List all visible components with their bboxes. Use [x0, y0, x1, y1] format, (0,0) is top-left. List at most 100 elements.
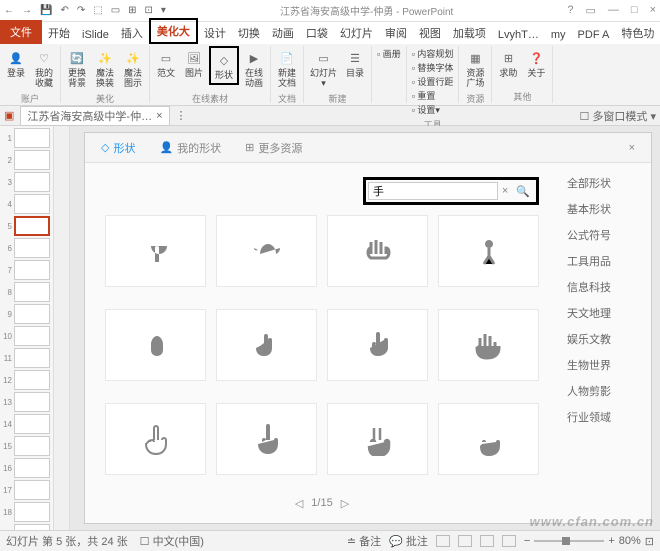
- sorter-view-icon[interactable]: [458, 535, 472, 547]
- ribbon-btn[interactable]: 🔄更换背景: [64, 46, 90, 91]
- slide-thumb[interactable]: 5: [2, 216, 51, 236]
- zoom-control[interactable]: −+ 80%⊡: [524, 535, 654, 548]
- slide-thumb[interactable]: 11: [2, 348, 51, 368]
- category-list: 全部形状基本形状公式符号工具用品信息科技天文地理娱乐文教生物世界人物剪影行业领域: [559, 163, 651, 523]
- search-icon[interactable]: 🔍: [512, 185, 534, 198]
- document-tab[interactable]: 江苏省海安高级中学-仲…×: [20, 106, 169, 126]
- ribbon-tab-15[interactable]: PDF A: [572, 26, 616, 44]
- multi-window-mode[interactable]: ☐ 多窗口模式 ▾: [580, 108, 657, 124]
- category-item[interactable]: 人物剪影: [567, 383, 643, 399]
- slide-thumb[interactable]: 12: [2, 370, 51, 390]
- slide-thumb[interactable]: 9: [2, 304, 51, 324]
- category-item[interactable]: 生物世界: [567, 357, 643, 373]
- slide-thumb[interactable]: 16: [2, 458, 51, 478]
- notes-button[interactable]: ≐ 备注: [347, 533, 381, 549]
- ribbon-btn[interactable]: ▦资源广场: [462, 46, 488, 91]
- category-item[interactable]: 基本形状: [567, 201, 643, 217]
- shape-item[interactable]: [216, 215, 317, 287]
- slide-thumb[interactable]: 2: [2, 150, 51, 170]
- pager[interactable]: ◁ 1/15 ▷: [93, 491, 551, 515]
- shape-item[interactable]: [105, 309, 206, 381]
- ribbon-tab-3[interactable]: 插入: [115, 22, 149, 44]
- slide-thumb[interactable]: 13: [2, 392, 51, 412]
- ribbon-btn[interactable]: ♡我的收藏: [31, 46, 57, 91]
- ribbon-btn[interactable]: 🖼图片: [181, 46, 207, 81]
- normal-view-icon[interactable]: [436, 535, 450, 547]
- ribbon-btn[interactable]: ✨魔法图示: [120, 46, 146, 91]
- slide-thumb[interactable]: 4: [2, 194, 51, 214]
- ribbon-btn[interactable]: 📄新建文档: [274, 46, 300, 91]
- ribbon-btn[interactable]: ▶在线动画: [241, 46, 267, 91]
- ribbon-tab-4[interactable]: 美化大: [149, 18, 198, 44]
- reading-view-icon[interactable]: [480, 535, 494, 547]
- next-page-icon: ▷: [341, 497, 349, 510]
- slide-thumbnails[interactable]: 1234567891011121314151617181920: [0, 126, 54, 530]
- shape-item[interactable]: [216, 403, 317, 475]
- shape-item[interactable]: [327, 215, 428, 287]
- category-item[interactable]: 工具用品: [567, 253, 643, 269]
- shape-item[interactable]: [327, 403, 428, 475]
- slide-thumb[interactable]: 10: [2, 326, 51, 346]
- category-item[interactable]: 全部形状: [567, 175, 643, 191]
- ribbon-btn[interactable]: ◇形状: [209, 46, 239, 85]
- ribbon-btn[interactable]: ⊞求助: [495, 46, 521, 81]
- ribbon-btn[interactable]: ✨魔法换装: [92, 46, 118, 91]
- ribbon-tab-10[interactable]: 审阅: [379, 22, 413, 44]
- ribbon-tab-11[interactable]: 视图: [413, 22, 447, 44]
- slide-thumb[interactable]: 14: [2, 414, 51, 434]
- ribbon-btn[interactable]: ❓关于: [523, 46, 549, 81]
- ribbon-tab-2[interactable]: iSlide: [76, 26, 115, 44]
- category-item[interactable]: 娱乐文教: [567, 331, 643, 347]
- slide-thumb[interactable]: 1: [2, 128, 51, 148]
- ribbon-tab-13[interactable]: LvyhT…: [492, 26, 545, 44]
- ppt-icon: ▣: [4, 109, 14, 122]
- category-item[interactable]: 行业领域: [567, 409, 643, 425]
- window-title: 江苏省海安高级中学-仲勇 - PowerPoint: [166, 3, 567, 18]
- slide-thumb[interactable]: 18: [2, 502, 51, 522]
- panel-tab[interactable]: ◇形状: [101, 140, 135, 156]
- close-icon: ×: [650, 4, 656, 17]
- shape-item[interactable]: [438, 309, 539, 381]
- quick-access-toolbar[interactable]: ←→ 💾↶ ↷⬚▭⊞⊡▾: [4, 5, 166, 16]
- clear-icon[interactable]: ×: [498, 185, 512, 197]
- shape-item[interactable]: [105, 403, 206, 475]
- tab-menu-icon[interactable]: ⋮: [176, 109, 187, 122]
- slide-thumb[interactable]: 15: [2, 436, 51, 456]
- ribbon-tab-6[interactable]: 切换: [232, 22, 266, 44]
- slide-thumb[interactable]: 6: [2, 238, 51, 258]
- category-item[interactable]: 天文地理: [567, 305, 643, 321]
- shape-item[interactable]: [105, 215, 206, 287]
- shape-item[interactable]: [438, 403, 539, 475]
- ribbon-tab-1[interactable]: 开始: [42, 22, 76, 44]
- ribbon-tab-12[interactable]: 加载项: [447, 22, 492, 44]
- window-controls[interactable]: ?▭— □×: [567, 4, 656, 17]
- ribbon-btn[interactable]: ☰目录: [342, 46, 368, 81]
- slide-thumb[interactable]: 17: [2, 480, 51, 500]
- category-item[interactable]: 信息科技: [567, 279, 643, 295]
- slide-thumb[interactable]: 3: [2, 172, 51, 192]
- ribbon-tab-0[interactable]: 文件: [0, 20, 42, 44]
- ribbon-btn[interactable]: ▭范文: [153, 46, 179, 81]
- ribbon-btn[interactable]: 👤登录: [3, 46, 29, 81]
- ribbon-btn[interactable]: ▭幻灯片▾: [307, 46, 340, 91]
- ribbon-tab-16[interactable]: 特色功: [615, 22, 660, 44]
- shape-item[interactable]: [327, 309, 428, 381]
- ribbon-tab-7[interactable]: 动画: [266, 22, 300, 44]
- minimize-icon: —: [608, 4, 619, 17]
- ribbon-tab-9[interactable]: 幻灯片: [334, 22, 379, 44]
- panel-tab[interactable]: 👤我的形状: [159, 140, 221, 156]
- ribbon-tab-14[interactable]: my: [545, 26, 572, 44]
- shape-item[interactable]: [438, 215, 539, 287]
- shape-item[interactable]: [216, 309, 317, 381]
- panel-tab[interactable]: ⊞更多资源: [245, 140, 302, 156]
- slideshow-view-icon[interactable]: [502, 535, 516, 547]
- slide-thumb[interactable]: 7: [2, 260, 51, 280]
- slide-thumb[interactable]: 8: [2, 282, 51, 302]
- search-input[interactable]: [368, 182, 498, 200]
- comments-button[interactable]: 💬 批注: [389, 533, 428, 549]
- ribbon-tab-8[interactable]: 口袋: [300, 22, 334, 44]
- lang-indicator[interactable]: ☐ 中文(中国): [140, 533, 204, 549]
- panel-close-icon[interactable]: ×: [629, 142, 635, 154]
- ribbon-tab-5[interactable]: 设计: [198, 22, 232, 44]
- category-item[interactable]: 公式符号: [567, 227, 643, 243]
